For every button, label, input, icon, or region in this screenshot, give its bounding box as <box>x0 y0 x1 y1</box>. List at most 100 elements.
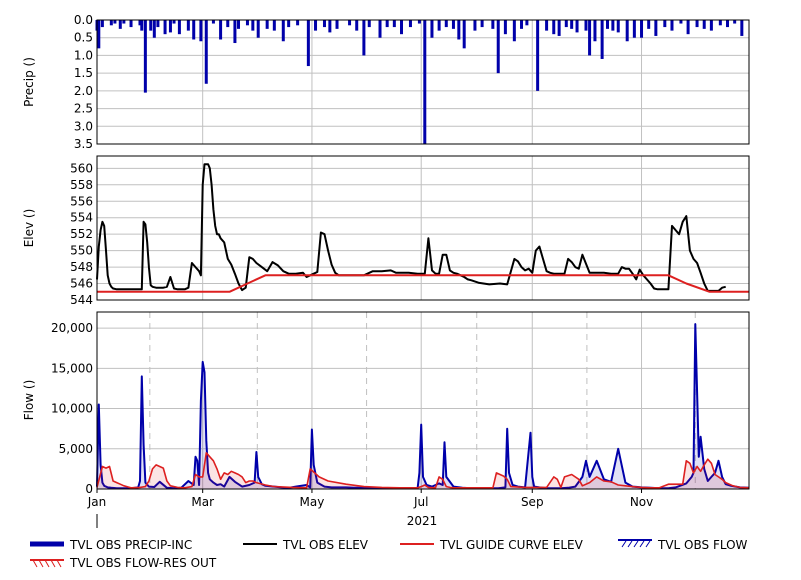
ytick-label-precip: 0.5 <box>74 31 93 45</box>
precip-bar <box>593 20 597 42</box>
precip-bar <box>605 20 609 29</box>
precip-bar <box>423 20 427 144</box>
precip-bar <box>545 20 549 31</box>
precip-bar <box>564 20 568 28</box>
precip-bar <box>496 20 500 74</box>
panel-frame-elev <box>96 155 750 301</box>
precip-bar <box>367 20 371 28</box>
precip-bar <box>149 20 153 31</box>
precip-bar <box>281 20 285 42</box>
chart-canvas: 0.0 0.5 1.0 1.5 2.0 2.5 3.0 3.5 544 546 548 550 552 5… <box>22 13 750 570</box>
precip-bar <box>462 20 466 49</box>
precip-bar <box>632 20 636 38</box>
precip-bar <box>251 20 255 31</box>
year-label: 2021 <box>407 514 438 528</box>
ytick-label-precip: 1.0 <box>74 48 93 62</box>
ylabel-precip: Precip () <box>22 57 36 107</box>
legend-label-flow-res: TVL OBS FLOW-RES OUT <box>69 556 217 570</box>
precip-bar <box>168 20 172 33</box>
precip-bar <box>552 20 556 35</box>
ytick-label-precip: 1.5 <box>74 66 93 80</box>
precip-bar <box>113 20 117 24</box>
precip-bar <box>233 20 237 44</box>
precip-bar <box>245 20 249 26</box>
legend-label-guide: TVL GUIDE CURVE ELEV <box>439 538 584 552</box>
precip-bar <box>473 20 477 31</box>
precip-bar <box>733 20 737 24</box>
legend-item-flow-res: TVL OBS FLOW-RES OUT <box>30 556 217 570</box>
precip-bar <box>557 20 561 36</box>
precip-bar <box>314 20 318 31</box>
precip-bar <box>663 20 667 28</box>
legend-label-elev: TVL OBS ELEV <box>282 538 369 552</box>
precip-bar <box>97 20 101 49</box>
precip-bar <box>575 20 579 33</box>
ytick-label-precip: 2.0 <box>74 84 93 98</box>
xtick-label: May <box>300 495 325 509</box>
legend-item-guide: TVL GUIDE CURVE ELEV <box>400 538 584 552</box>
precip-bar <box>640 20 644 38</box>
ytick-label-precip: 3.5 <box>74 137 93 151</box>
precip-bar <box>451 20 455 29</box>
precip-bar <box>702 20 706 29</box>
precip-bar <box>186 20 190 31</box>
precip-bar <box>584 20 588 31</box>
xtick-label: Jan <box>87 495 107 509</box>
ylabel-flow: Flow () <box>22 380 36 421</box>
precip-bar <box>122 20 126 24</box>
ytick-label-flow: 0 <box>85 482 93 496</box>
precip-bar <box>536 20 540 91</box>
precip-bar <box>287 20 291 28</box>
precip-bar <box>525 20 529 26</box>
legend-swatch-flow-hatch <box>621 540 651 548</box>
precip-bar <box>204 20 208 84</box>
xtick-label: Nov <box>630 495 653 509</box>
ytick-label-elev: 560 <box>70 161 93 175</box>
precip-bar <box>385 20 389 28</box>
precip-bar <box>588 20 592 56</box>
ytick-label-flow: 10,000 <box>51 402 93 416</box>
precip-bar <box>177 20 181 35</box>
ytick-label-elev: 552 <box>70 227 93 241</box>
legend: TVL OBS PRECIP-INC TVL OBS ELEV TVL GUID… <box>30 538 748 570</box>
precip-bar <box>686 20 690 35</box>
xtick-label: Sep <box>521 495 544 509</box>
ytick-label-flow: 5,000 <box>59 442 93 456</box>
precip-bar <box>129 20 133 28</box>
ytick-label-elev: 558 <box>70 178 93 192</box>
precip-bar <box>695 20 699 28</box>
ytick-label-elev: 556 <box>70 194 93 208</box>
precip-bar <box>503 20 507 35</box>
precip-bar <box>219 20 223 40</box>
precip-bar <box>109 20 113 26</box>
ytick-label-elev: 554 <box>70 211 93 225</box>
precip-bar <box>226 20 230 28</box>
precip-bar <box>143 20 147 93</box>
precip-bar <box>444 20 448 28</box>
precip-bar <box>726 20 730 28</box>
precip-bar <box>400 20 404 35</box>
precip-bar <box>600 20 604 59</box>
xtick-label: Jul <box>413 495 428 509</box>
ytick-label-precip: 2.5 <box>74 102 93 116</box>
xtick-label: Mar <box>191 495 214 509</box>
precip-bar <box>392 20 396 28</box>
precip-bar <box>616 20 620 33</box>
series-layer <box>95 20 750 490</box>
precip-bar <box>211 20 215 24</box>
precip-bar <box>437 20 441 31</box>
ytick-label-elev: 544 <box>70 293 93 307</box>
precip-bar <box>272 20 276 31</box>
precip-bar <box>362 20 366 56</box>
precip-bar <box>417 20 421 24</box>
precip-bar <box>647 20 651 29</box>
elev-series-line <box>96 163 726 292</box>
legend-item-precip: TVL OBS PRECIP-INC <box>30 538 192 552</box>
precip-bar <box>265 20 269 29</box>
ytick-label-precip: 3.0 <box>74 119 93 133</box>
precip-bar <box>306 20 310 67</box>
ytick-label-elev: 550 <box>70 244 93 258</box>
precip-bar <box>199 20 203 42</box>
precip-bar <box>625 20 629 42</box>
ytick-label-flow: 20,000 <box>51 321 93 335</box>
